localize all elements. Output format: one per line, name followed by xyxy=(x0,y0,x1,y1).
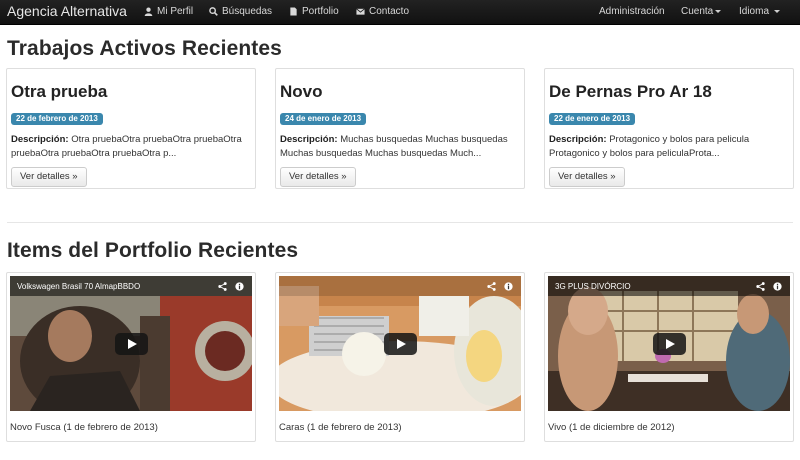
nav-administracion[interactable]: Administración xyxy=(599,6,665,17)
view-details-button[interactable]: Ver detalles » xyxy=(549,167,625,187)
nav-idioma-label: Idioma xyxy=(739,6,770,17)
play-button[interactable] xyxy=(384,333,417,355)
nav-administracion-label: Administración xyxy=(599,6,665,17)
date-badge: 24 de enero de 2013 xyxy=(280,113,367,125)
share-icon[interactable] xyxy=(756,282,765,291)
play-button[interactable] xyxy=(115,333,148,355)
job-title[interactable]: De Pernas Pro Ar 18 xyxy=(549,82,712,102)
nav-cuenta-label: Cuenta xyxy=(681,6,714,17)
nav-contacto-label: Contacto xyxy=(369,6,410,17)
document-icon xyxy=(290,7,297,16)
video-player[interactable] xyxy=(279,276,521,411)
user-icon xyxy=(144,7,153,16)
video-player[interactable]: Volkswagen Brasil 70 AlmapBBDO xyxy=(10,276,252,411)
job-description: Descripción: Muchas busquedas Muchas bus… xyxy=(280,133,522,161)
envelope-icon xyxy=(356,8,365,15)
portfolio-card: Volkswagen Brasil 70 AlmapBBDO Novo Fusc… xyxy=(6,272,256,442)
portfolio-section-title: Items del Portfolio Recientes xyxy=(7,239,299,262)
nav-portfolio[interactable]: Portfolio xyxy=(289,6,339,17)
job-description: Descripción: Otra pruebaOtra pruebaOtra … xyxy=(11,133,253,161)
info-icon[interactable] xyxy=(773,282,782,291)
video-title[interactable]: 3G PLUS DIVÓRCIO xyxy=(555,282,631,291)
portfolio-caption[interactable]: Caras (1 de febrero de 2013) xyxy=(279,422,402,433)
section-divider xyxy=(7,222,793,223)
view-details-button[interactable]: Ver detalles » xyxy=(11,167,87,187)
nav-busquedas[interactable]: Búsquedas xyxy=(209,6,272,17)
video-top-bar xyxy=(279,276,521,296)
nav-idioma-dropdown[interactable]: Idioma xyxy=(739,6,781,17)
nav-cuenta-dropdown[interactable]: Cuenta xyxy=(681,6,722,17)
portfolio-card: Caras (1 de febrero de 2013) xyxy=(275,272,525,442)
top-navbar: Agencia Alternativa Mi Perfil Búsquedas … xyxy=(0,0,800,25)
portfolio-caption[interactable]: Novo Fusca (1 de febrero de 2013) xyxy=(10,422,158,433)
caret-down-icon xyxy=(774,10,781,13)
nav-contacto[interactable]: Contacto xyxy=(356,6,409,17)
video-title[interactable]: Volkswagen Brasil 70 AlmapBBDO xyxy=(17,282,140,291)
job-title[interactable]: Otra prueba xyxy=(11,82,107,102)
nav-mi-perfil[interactable]: Mi Perfil xyxy=(144,6,193,17)
share-icon[interactable] xyxy=(218,282,227,291)
play-button[interactable] xyxy=(653,333,686,355)
portfolio-caption[interactable]: Vivo (1 de diciembre de 2012) xyxy=(548,422,675,433)
job-card: De Pernas Pro Ar 18 22 de enero de 2013 … xyxy=(544,68,794,189)
nav-busquedas-label: Búsquedas xyxy=(222,6,273,17)
video-top-bar: 3G PLUS DIVÓRCIO xyxy=(548,276,790,296)
info-icon[interactable] xyxy=(504,282,513,291)
nav-portfolio-label: Portfolio xyxy=(302,6,339,17)
info-icon[interactable] xyxy=(235,282,244,291)
portfolio-card: 3G PLUS DIVÓRCIO Vivo (1 de diciembre de… xyxy=(544,272,794,442)
job-card: Otra prueba 22 de febrero de 2013 Descri… xyxy=(6,68,256,189)
view-details-button[interactable]: Ver detalles » xyxy=(280,167,356,187)
date-badge: 22 de enero de 2013 xyxy=(549,113,636,125)
job-description: Descripción: Protagonico y bolos para pe… xyxy=(549,133,791,161)
nav-mi-perfil-label: Mi Perfil xyxy=(157,6,194,17)
job-card: Novo 24 de enero de 2013 Descripción: Mu… xyxy=(275,68,525,189)
job-title[interactable]: Novo xyxy=(280,82,323,102)
description-label: Descripción: xyxy=(280,134,338,145)
caret-down-icon xyxy=(715,10,722,13)
video-player[interactable]: 3G PLUS DIVÓRCIO xyxy=(548,276,790,411)
search-icon xyxy=(209,7,218,16)
date-badge: 22 de febrero de 2013 xyxy=(11,113,103,125)
video-top-bar: Volkswagen Brasil 70 AlmapBBDO xyxy=(10,276,252,296)
description-label: Descripción: xyxy=(549,134,607,145)
jobs-section-title: Trabajos Activos Recientes xyxy=(7,37,282,60)
brand-link[interactable]: Agencia Alternativa xyxy=(7,3,127,19)
description-label: Descripción: xyxy=(11,134,69,145)
share-icon[interactable] xyxy=(487,282,496,291)
